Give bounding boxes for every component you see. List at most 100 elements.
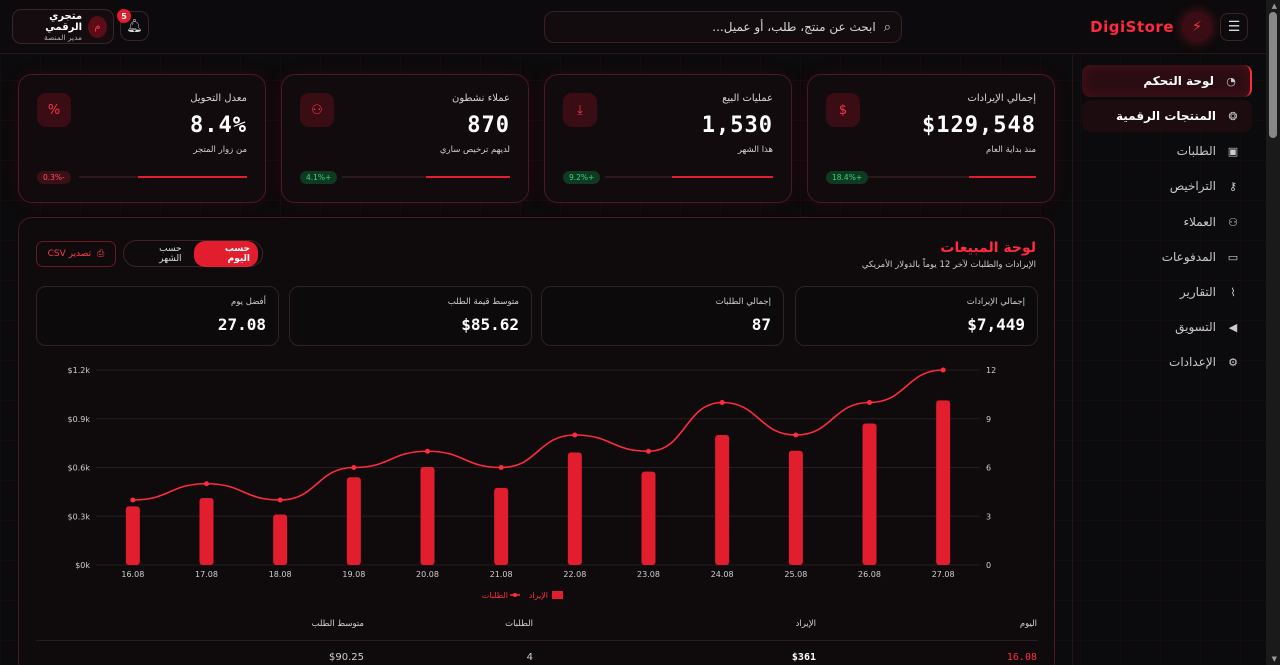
sidebar-item-licenses[interactable]: التراخيص ⚷: [1082, 170, 1252, 202]
table-header-orders: الطلبات: [505, 619, 533, 629]
sidebar-item-orders[interactable]: الطلبات ▣: [1082, 135, 1252, 167]
period-toggle: حسب اليوم حسب الشهر: [123, 240, 263, 267]
orders-point: [130, 497, 136, 503]
orders-point: [867, 400, 872, 405]
table-divider: [36, 640, 1038, 641]
x-tick-label: 26.08: [858, 570, 881, 579]
x-tick-label: 25.08: [784, 570, 807, 579]
orders-point: [425, 448, 430, 454]
scroll-up-icon[interactable]: ▲: [1272, 2, 1277, 10]
scroll-down-icon[interactable]: ▼: [1272, 655, 1277, 663]
card-title: معدل التحويل: [190, 93, 247, 104]
file-export-icon: ⎙: [97, 249, 105, 259]
search-input[interactable]: ⌕ ابحث عن منتج، طلب، أو عميل...: [544, 11, 902, 43]
revenue-bar: [346, 477, 361, 565]
table-header-avg: متوسط الطلب: [311, 619, 365, 629]
sidebar-item-digital-products[interactable]: المنتجات الرقمية ❂: [1082, 100, 1252, 132]
table-cell-day: 16.08: [1006, 652, 1037, 663]
kpi-card-conversion: % معدل التحويل 8.4% من زوار المتجر 0.3%-: [18, 74, 266, 203]
card-title: إجمالي الإيرادات: [967, 93, 1036, 104]
toggle-by-month[interactable]: حسب الشهر: [128, 241, 190, 267]
stat-value: $85.62: [461, 315, 519, 334]
delta-badge: 9.2%+: [563, 171, 601, 184]
stat-label: أفضل يوم: [231, 297, 266, 307]
card-value: 8.4%: [190, 113, 247, 138]
stat-total-orders: إجمالي الطلبات 87: [541, 286, 784, 346]
y-right-tick-label: 0: [986, 561, 991, 570]
y-left-tick-label: $0k: [75, 561, 90, 570]
scroll-thumb[interactable]: [1269, 12, 1277, 138]
progress-track: [868, 176, 1036, 178]
table-cell-revenue: $361: [791, 652, 816, 663]
orders-point: [940, 367, 946, 373]
toggle-by-day[interactable]: حسب اليوم: [193, 240, 258, 267]
orders-point: [204, 481, 209, 487]
x-tick-label: 16.08: [121, 570, 144, 579]
legend-swatch-revenue: [552, 591, 563, 599]
sidebar-item-label: التسويق: [1175, 320, 1216, 334]
key-icon: ⚷: [1228, 179, 1238, 193]
progress-track: [79, 176, 247, 178]
revenue-bar: [715, 435, 730, 565]
sidebar-item-label: التراخيص: [1169, 179, 1216, 193]
orders-point: [646, 448, 651, 454]
sidebar-item-payments[interactable]: المدفوعات ▭: [1082, 241, 1252, 273]
revenue-bar: [494, 487, 509, 565]
card-subtitle: من زوار المتجر: [193, 145, 247, 155]
orders-line: [132, 369, 944, 501]
menu-icon[interactable]: ☰: [1220, 13, 1248, 41]
brand: ☰ ⚡ DigiStore: [1090, 12, 1248, 42]
sidebar-item-customers[interactable]: العملاء ⚇: [1082, 206, 1252, 238]
sidebar-item-label: العملاء: [1183, 215, 1216, 229]
card-title: عملاء نشطون: [451, 93, 510, 104]
user-name: متجري الرقمي: [45, 11, 83, 33]
brand-name[interactable]: DigiStore: [1090, 18, 1174, 36]
page-scrollbar[interactable]: ▲ ▼: [1266, 0, 1280, 665]
sidebar: لوحة التحكم ◔ المنتجات الرقمية ❂ الطلبات…: [1072, 55, 1266, 665]
x-tick-label: 24.08: [711, 570, 734, 579]
kpi-card-sales: ⤓ عمليات البيع 1,530 هذا الشهر 9.2%+: [544, 74, 792, 203]
sidebar-item-settings[interactable]: الإعدادات ⚙: [1082, 346, 1252, 378]
delta-badge: 0.3%-: [37, 171, 71, 184]
search-placeholder: ابحث عن منتج، طلب، أو عميل...: [712, 20, 876, 34]
progress-fill: [426, 176, 510, 178]
gauge-icon: ◔: [1226, 74, 1236, 88]
sales-chart: $0k $0.3k $0.6k $0.9k $1.2k 0 3 6 9 12 16.08 17.08 1…: [68, 366, 997, 601]
delta-badge: 4.1%+: [300, 171, 338, 184]
y-right-tick-label: 12: [986, 366, 996, 375]
revenue-bar: [420, 467, 435, 565]
y-right-tick-label: 9: [986, 415, 991, 424]
products-icon: ❂: [1228, 109, 1238, 123]
megaphone-icon: ◀: [1228, 320, 1238, 334]
sidebar-item-label: الطلبات: [1176, 144, 1216, 158]
x-tick-label: 21.08: [490, 570, 513, 579]
sidebar-item-label: المنتجات الرقمية: [1115, 109, 1216, 123]
revenue-bar: [936, 400, 951, 565]
percent-icon: %: [37, 93, 71, 127]
user-menu[interactable]: م متجري الرقمي مدير المنصة: [12, 9, 114, 44]
kpi-card-revenue: $ إجمالي الإيرادات $129,548 منذ بداية ال…: [807, 74, 1055, 203]
x-tick-label: 18.08: [269, 570, 292, 579]
y-left-tick-label: $1.2k: [68, 366, 91, 375]
user-role: مدير المنصة: [43, 33, 83, 42]
sidebar-item-dashboard[interactable]: لوحة التحكم ◔: [1082, 65, 1252, 97]
y-right-tick-label: 6: [986, 464, 991, 473]
stat-value: 87: [751, 315, 771, 334]
progress-fill: [137, 176, 247, 178]
export-csv-button[interactable]: ⎙ تصدير CSV: [36, 241, 116, 267]
revenue-bar: [641, 471, 656, 565]
sidebar-item-reports[interactable]: التقارير ⌇: [1082, 276, 1252, 308]
notification-badge: 5: [117, 9, 131, 23]
gear-icon: ⚙: [1228, 355, 1238, 369]
stat-label: إجمالي الطلبات: [715, 297, 771, 307]
y-right-tick-label: 3: [986, 512, 991, 521]
legend-point-orders: [513, 593, 517, 597]
card-value: 870: [467, 113, 510, 138]
y-left-tick-label: $0.9k: [68, 415, 91, 424]
revenue-bar: [199, 498, 214, 565]
sidebar-item-marketing[interactable]: التسويق ◀: [1082, 311, 1252, 343]
x-tick-label: 19.08: [342, 570, 365, 579]
search-icon: ⌕: [883, 19, 891, 35]
stat-label: إجمالي الإيرادات: [966, 297, 1025, 307]
legend-label-orders: الطلبات: [482, 591, 508, 600]
